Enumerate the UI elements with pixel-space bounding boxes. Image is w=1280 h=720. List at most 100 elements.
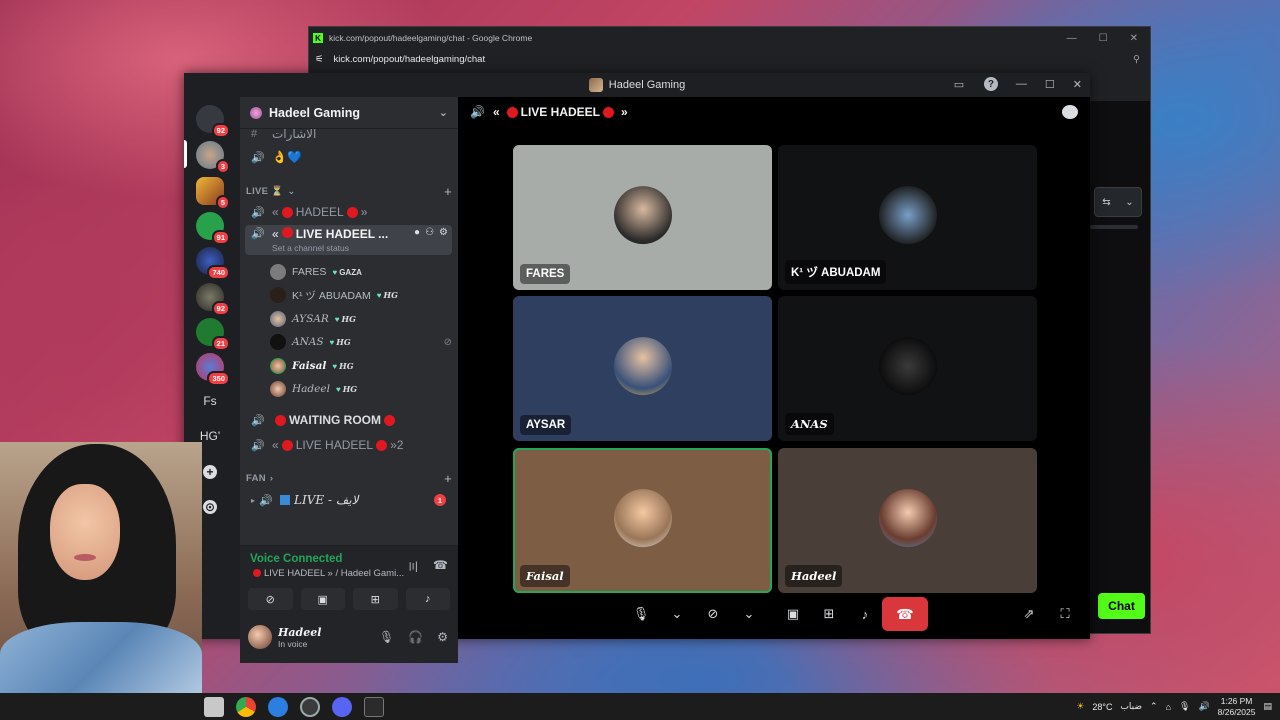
chat-icon[interactable]: ● [414,227,420,238]
channel-text[interactable]: # الاشارات [245,129,452,145]
server-item[interactable]: 350 [196,353,230,386]
volume-icon[interactable]: 🔊 [1198,701,1209,712]
username[interactable]: Hadeel [278,626,321,639]
channel-voice-active[interactable]: 🔊 « LIVE HADEEL ... ● ⚇ ⚙ Set a channel … [245,225,452,255]
server-item[interactable]: 740 [196,247,230,280]
avatar[interactable] [248,625,272,649]
badge: 21 [211,336,230,351]
microphone-icon[interactable]: 🎙 [379,630,394,644]
clock[interactable]: 1:26 PM 8/26/2025 [1218,696,1256,718]
user-name: ANAS [292,336,324,348]
voice-user[interactable]: Faisal ♥ HG [270,355,452,377]
audio-options-button[interactable]: ⌄ [664,599,690,629]
headphones-icon[interactable]: 🎧 [408,630,423,644]
add-channel-icon[interactable]: + [444,471,452,486]
channel-status[interactable]: Set a channel status [272,243,349,253]
channel-voice[interactable]: 🔊 « HADEEL » [245,201,452,223]
gear-icon[interactable]: ⚙ [437,630,448,644]
channel-voice[interactable]: ▸ 🔊 LIVE - لايف 1 [245,489,452,511]
voice-user[interactable]: K¹ ヅ ABUADAM ♥ HG [270,284,452,306]
chrome-title: kick.com/popout/hadeelgaming/chat - Goog… [329,33,533,43]
participant-tile[interactable]: FARES [513,145,772,290]
minimize-icon[interactable]: — [1016,78,1027,90]
participant-tile[interactable]: ANAS [778,296,1037,441]
popout-button[interactable]: ⇗ [1016,599,1042,629]
participant-tile[interactable]: K¹ ヅ ABUADAM [778,145,1037,290]
voice-user[interactable]: Hadeel ♥ HG [270,378,452,400]
channel-voice[interactable]: 🔊 « LIVE HADEEL »2 [245,434,452,456]
chevron-down-icon[interactable]: ⌄ [439,106,448,119]
server-item[interactable]: 5 [196,177,230,210]
notification-icon[interactable]: ▤ [1263,701,1272,712]
maximize-icon[interactable]: ☐ [1099,33,1108,44]
chrome-icon[interactable] [236,696,256,717]
chat-button[interactable]: Chat [1098,593,1145,619]
zoom-icon[interactable]: ⚲ [1133,54,1150,65]
voice-user[interactable]: ANAS ♥ HG ⊘ [270,331,452,353]
help-icon[interactable]: ? [983,77,998,91]
channel-voice[interactable]: 🔊 WAITING ROOM [245,409,452,431]
camera-button[interactable]: ⊘ [700,599,726,629]
disconnect-icon[interactable]: ☎ [433,558,448,575]
obs-icon[interactable] [300,696,320,717]
guild-header[interactable]: Hadeel Gaming ⌄ [240,97,458,129]
epic-games-icon[interactable] [364,696,384,717]
minimize-icon[interactable]: — [1067,33,1077,44]
activities-button[interactable]: ⊞ [816,599,842,629]
fullscreen-button[interactable]: ⛶ [1052,599,1078,629]
app-icon[interactable] [268,696,288,717]
tray-chevron-icon[interactable]: ⌃ [1150,701,1158,712]
voice-location[interactable]: LIVE HADEEL » / Hadeel Gami... [250,568,404,579]
inbox-icon[interactable]: ▭ [952,77,966,91]
kick-dropdown[interactable]: ⇆ ⌄ [1094,187,1142,217]
activities-button[interactable]: ⊞ [353,588,398,610]
soundboard-button[interactable]: ♪ [852,599,878,629]
address-bar[interactable]: ⚟ kick.com/popout/hadeelgaming/chat ⚲ [309,49,1150,69]
screen-share-button[interactable]: ▣ [300,588,345,610]
server-item[interactable]: 92 [196,283,230,316]
dm-home-icon[interactable]: 92 [196,105,230,138]
soundboard-button[interactable]: ♪ [405,588,450,610]
add-channel-icon[interactable]: + [444,184,452,199]
chat-bubble-icon[interactable] [1062,105,1078,119]
participant-tile-speaking[interactable]: Faisal [513,448,772,593]
voice-user[interactable]: AYSAR ♥ HG [270,308,452,330]
server-item[interactable]: 91 [196,212,230,245]
noise-suppression-icon[interactable]: 〣 [407,558,419,575]
server-item-text[interactable]: Fs [196,387,224,415]
weather-temp[interactable]: 28°C [1092,702,1112,712]
mute-button[interactable]: 🎙 [628,599,654,629]
channel-name: LIVE HADEEL [295,438,374,452]
close-icon[interactable]: ✕ [1130,33,1138,44]
server-item[interactable]: 3 [196,141,230,174]
participant-tile[interactable]: AYSAR [513,296,772,441]
screen-share-button[interactable]: ▣ [780,599,806,629]
disconnect-button[interactable]: ☎ [882,597,928,631]
voice-status[interactable]: Voice Connected [250,553,342,565]
microphone-icon[interactable]: 🎙 [1179,701,1190,712]
category-live[interactable]: LIVE ⏳ ⌄ + [246,183,452,199]
chevron-down-icon[interactable]: ⌄ [1125,197,1133,208]
close-icon[interactable]: ✕ [1073,78,1082,91]
video-options-button[interactable]: ⌄ [736,599,762,629]
voice-user[interactable]: FARES ♥ GAZA [270,261,452,283]
user-name: AYSAR [292,313,329,325]
url-text[interactable]: kick.com/popout/hadeelgaming/chat [334,54,486,65]
explore-icon[interactable]: ⊙ [203,500,217,514]
app-icon[interactable] [204,696,224,717]
camera-button[interactable]: ⊘ [248,588,293,610]
avatar [878,488,937,547]
add-server-icon[interactable]: + [203,465,217,479]
network-icon[interactable]: ⌂ [1166,702,1171,712]
discord-icon[interactable] [332,696,352,717]
server-item[interactable]: 21 [196,318,230,351]
participant-tile[interactable]: Hadeel [778,448,1037,593]
site-settings-icon[interactable]: ⚟ [315,54,324,65]
invite-icon[interactable]: ⚇ [425,227,434,238]
maximize-icon[interactable]: ☐ [1045,78,1055,91]
channel-name: LIVE HADEEL ... [295,227,389,241]
weather-desc[interactable]: ضباب [1120,701,1142,712]
gear-icon[interactable]: ⚙ [439,227,448,238]
channel-voice[interactable]: 🔊 👌💙 [245,146,452,168]
category-fan[interactable]: FAN › + [246,470,452,486]
